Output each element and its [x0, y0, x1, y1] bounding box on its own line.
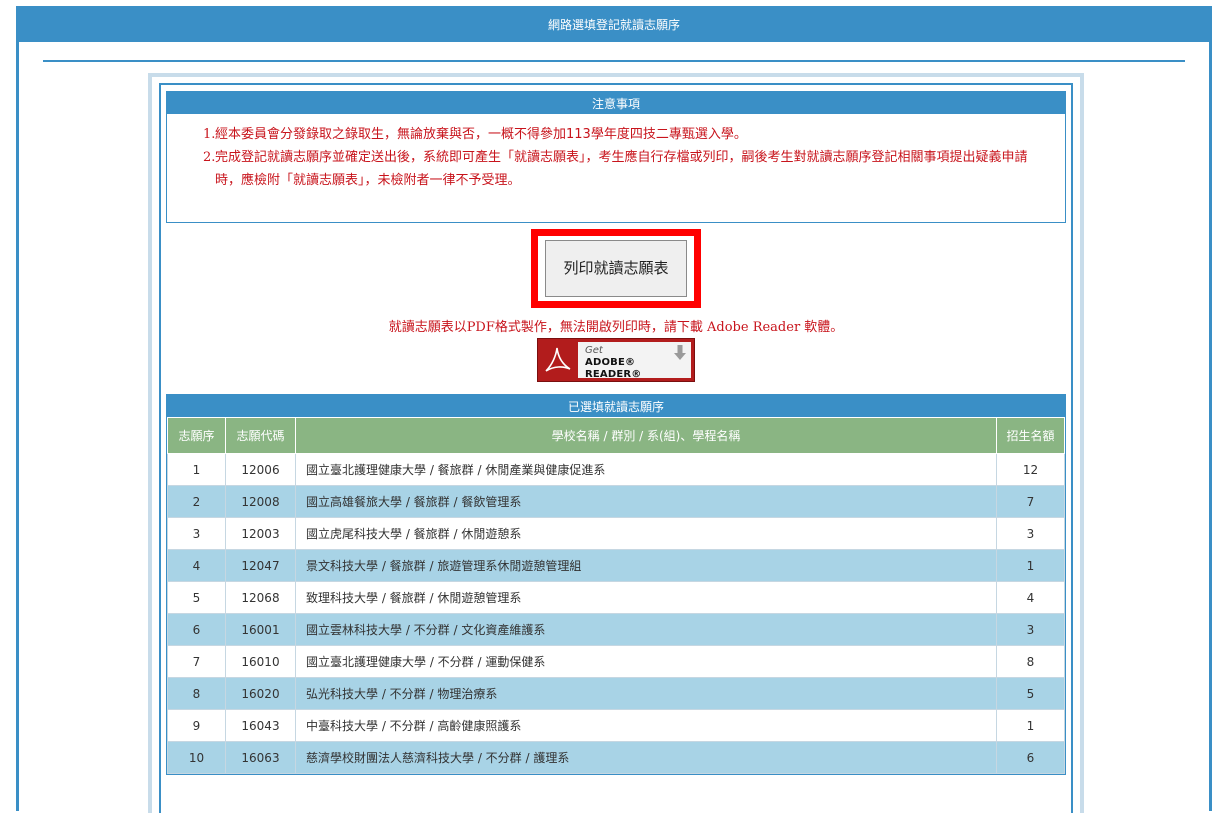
- cell-order: 1: [167, 453, 226, 486]
- table-row: 8 16020 弘光科技大學 / 不分群 / 物理治療系 5: [167, 677, 1065, 710]
- cell-name: 慈濟學校財團法人慈濟科技大學 / 不分群 / 護理系: [295, 741, 997, 774]
- cell-code: 16043: [225, 709, 296, 742]
- adobe-reader-area: Get ADOBE® READER®: [166, 338, 1066, 382]
- notice-item-text: 經本委員會分發錄取之錄取生，無論放棄與否，一概不得參加113學年度四技二專甄選入…: [215, 127, 747, 142]
- cell-order: 3: [167, 517, 226, 550]
- content-panel-inner: 注意事項 1. 經本委員會分發錄取之錄取生，無論放棄與否，一概不得參加113學年…: [159, 83, 1073, 813]
- column-header-order: 志願序: [167, 417, 226, 454]
- cell-order: 4: [167, 549, 226, 582]
- cell-quota: 7: [996, 485, 1065, 518]
- content-panel: 注意事項 1. 經本委員會分發錄取之錄取生，無論放棄與否，一概不得參加113學年…: [148, 73, 1084, 813]
- cell-quota: 1: [996, 549, 1065, 582]
- print-button-highlight: 列印就讀志願表: [531, 229, 701, 308]
- cell-name: 弘光科技大學 / 不分群 / 物理治療系: [295, 677, 997, 710]
- cell-quota: 6: [996, 741, 1065, 774]
- download-arrow-icon: [674, 345, 686, 360]
- column-header-quota: 招生名額: [996, 417, 1065, 454]
- table-row: 3 12003 國立虎尾科技大學 / 餐旅群 / 休閒遊憩系 3: [167, 517, 1065, 550]
- print-area: 列印就讀志願表: [166, 229, 1066, 308]
- cell-quota: 8: [996, 645, 1065, 678]
- cell-order: 9: [167, 709, 226, 742]
- cell-name: 國立高雄餐旅大學 / 餐旅群 / 餐飲管理系: [295, 485, 997, 518]
- table-row: 10 16063 慈濟學校財團法人慈濟科技大學 / 不分群 / 護理系 6: [167, 741, 1065, 774]
- cell-quota: 5: [996, 677, 1065, 710]
- get-adobe-reader-link[interactable]: Get ADOBE® READER®: [537, 338, 695, 382]
- preferences-table: 志願序 志願代碼 學校名稱 / 群別 / 系(組)、學程名稱 招生名額 1 12…: [167, 417, 1065, 774]
- cell-code: 12003: [225, 517, 296, 550]
- cell-name: 國立臺北護理健康大學 / 不分群 / 運動保健系: [295, 645, 997, 678]
- cell-quota: 4: [996, 581, 1065, 614]
- table-row: 9 16043 中臺科技大學 / 不分群 / 高齡健康照護系 1: [167, 709, 1065, 742]
- column-header-name: 學校名稱 / 群別 / 系(組)、學程名稱: [295, 417, 997, 454]
- notice-title: 注意事項: [167, 92, 1065, 114]
- table-row: 5 12068 致理科技大學 / 餐旅群 / 休閒遊憩管理系 4: [167, 581, 1065, 614]
- table-row: 2 12008 國立高雄餐旅大學 / 餐旅群 / 餐飲管理系 7: [167, 485, 1065, 518]
- page-frame: 網路選填登記就讀志願序 注意事項 1. 經本委員會分發錄取之錄取生，無論放棄與否…: [16, 6, 1212, 813]
- table-row: 7 16010 國立臺北護理健康大學 / 不分群 / 運動保健系 8: [167, 645, 1065, 678]
- cell-name: 致理科技大學 / 餐旅群 / 休閒遊憩管理系: [295, 581, 997, 614]
- cell-quota: 3: [996, 517, 1065, 550]
- cell-name: 國立臺北護理健康大學 / 餐旅群 / 休閒產業與健康促進系: [295, 453, 997, 486]
- header-divider: [43, 60, 1185, 62]
- cell-order: 2: [167, 485, 226, 518]
- chosen-preferences-title: 已選填就讀志願序: [167, 395, 1065, 417]
- cell-order: 8: [167, 677, 226, 710]
- cell-code: 12008: [225, 485, 296, 518]
- cell-quota: 3: [996, 613, 1065, 646]
- cell-code: 16020: [225, 677, 296, 710]
- cell-order: 6: [167, 613, 226, 646]
- notice-section: 注意事項 1. 經本委員會分發錄取之錄取生，無論放棄與否，一概不得參加113學年…: [166, 91, 1066, 223]
- cell-quota: 12: [996, 453, 1065, 486]
- adobe-badge-text: Get ADOBE® READER®: [578, 342, 691, 380]
- cell-name: 中臺科技大學 / 不分群 / 高齡健康照護系: [295, 709, 997, 742]
- column-header-code: 志願代碼: [225, 417, 296, 454]
- pdf-note: 就讀志願表以PDF格式製作，無法開啟列印時，請下載 Adobe Reader 軟…: [388, 320, 844, 335]
- table-row: 1 12006 國立臺北護理健康大學 / 餐旅群 / 休閒產業與健康促進系 12: [167, 453, 1065, 486]
- cell-order: 7: [167, 645, 226, 678]
- page-title: 網路選填登記就讀志願序: [547, 17, 680, 32]
- adobe-logo-icon: [538, 339, 578, 381]
- notice-item-number: 1.: [203, 127, 216, 142]
- cell-order: 10: [167, 741, 226, 774]
- cell-code: 12047: [225, 549, 296, 582]
- cell-name: 景文科技大學 / 餐旅群 / 旅遊管理系休閒遊憩管理組: [295, 549, 997, 582]
- cell-code: 12006: [225, 453, 296, 486]
- notice-item-text: 完成登記就讀志願序並確定送出後，系統即可產生「就讀志願表」，考生應自行存檔或列印…: [215, 150, 1028, 188]
- print-preference-form-button[interactable]: 列印就讀志願表: [545, 240, 687, 297]
- notice-item: 2. 完成登記就讀志願序並確定送出後，系統即可產生「就讀志願表」，考生應自行存檔…: [203, 146, 1049, 192]
- table-header-row: 志願序 志願代碼 學校名稱 / 群別 / 系(組)、學程名稱 招生名額: [167, 417, 1065, 454]
- cell-name: 國立雲林科技大學 / 不分群 / 文化資產維護系: [295, 613, 997, 646]
- cell-quota: 1: [996, 709, 1065, 742]
- notice-item-number: 2.: [203, 150, 216, 165]
- notice-body: 1. 經本委員會分發錄取之錄取生，無論放棄與否，一概不得參加113學年度四技二專…: [167, 114, 1065, 192]
- cell-code: 16010: [225, 645, 296, 678]
- cell-code: 16063: [225, 741, 296, 774]
- table-row: 6 16001 國立雲林科技大學 / 不分群 / 文化資產維護系 3: [167, 613, 1065, 646]
- cell-code: 12068: [225, 581, 296, 614]
- cell-name: 國立虎尾科技大學 / 餐旅群 / 休閒遊憩系: [295, 517, 997, 550]
- cell-order: 5: [167, 581, 226, 614]
- notice-item: 1. 經本委員會分發錄取之錄取生，無論放棄與否，一概不得參加113學年度四技二專…: [203, 123, 1049, 146]
- cell-code: 16001: [225, 613, 296, 646]
- chosen-preferences-section: 已選填就讀志願序 志願序 志願代碼 學校名稱 / 群別 / 系(組)、學程名稱: [166, 394, 1066, 775]
- table-row: 4 12047 景文科技大學 / 餐旅群 / 旅遊管理系休閒遊憩管理組 1: [167, 549, 1065, 582]
- page-header: 網路選填登記就讀志願序: [19, 6, 1209, 42]
